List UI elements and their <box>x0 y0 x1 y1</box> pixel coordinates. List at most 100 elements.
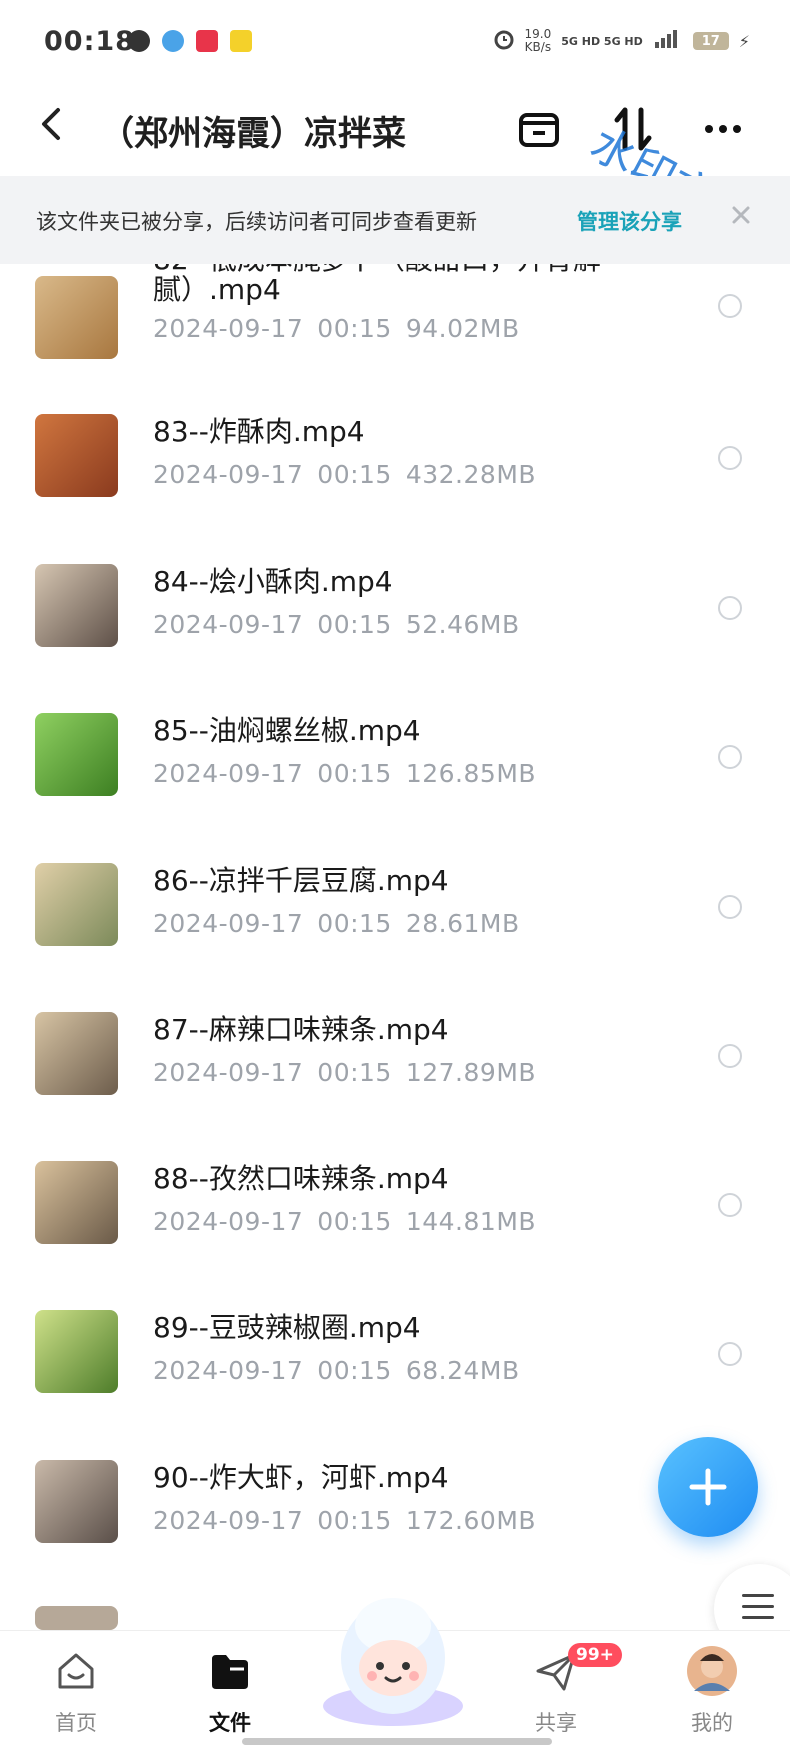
video-thumbnail <box>35 713 118 796</box>
box-icon <box>519 113 559 147</box>
file-size: 127.89MB <box>405 1058 537 1087</box>
file-name: 86--凉拌千层豆腐.mp4 <box>153 864 449 897</box>
nav-share[interactable]: 99+ 共享 <box>496 1643 622 1737</box>
file-time: 00:15 <box>317 1356 392 1385</box>
file-name-line2: 腻）.mp4 <box>153 273 281 306</box>
video-thumbnail <box>35 564 118 647</box>
file-date: 2024-09-17 <box>153 314 304 343</box>
select-radio[interactable] <box>718 1193 742 1217</box>
file-size: 28.61MB <box>405 909 520 938</box>
video-thumbnail <box>35 863 118 946</box>
select-radio[interactable] <box>718 1044 742 1068</box>
notification-icons <box>128 30 252 52</box>
status-right: 19.0 KB/s 5G HD 5G HD 17 ⚡ <box>493 28 750 54</box>
menu-icon <box>742 1594 774 1627</box>
list-item[interactable]: 84--烩小酥肉.mp4 2024-09-17 00:15 52.46MB <box>0 560 790 710</box>
avatar <box>652 1643 772 1699</box>
batch-select-button[interactable] <box>512 102 566 156</box>
nav-share-label: 共享 <box>535 1711 577 1735</box>
add-button[interactable] <box>658 1437 758 1537</box>
file-list: 82--低成本腌萝卜（酸甜口，开胃解 腻）.mp4 2024-09-1700:1… <box>0 264 790 1630</box>
file-date: 2024-09-17 <box>153 610 304 639</box>
file-time: 00:15 <box>317 759 392 788</box>
select-radio[interactable] <box>718 596 742 620</box>
file-size: 172.60MB <box>405 1506 537 1535</box>
nav-home[interactable]: 首页 <box>16 1643 136 1737</box>
video-thumbnail <box>35 1310 118 1393</box>
file-date: 2024-09-17 <box>153 1506 304 1535</box>
ai-assistant-mascot-button[interactable] <box>318 1588 468 1728</box>
select-radio[interactable] <box>718 1342 742 1366</box>
file-date: 2024-09-17 <box>153 460 304 489</box>
more-button[interactable] <box>696 102 750 156</box>
select-radio[interactable] <box>718 895 742 919</box>
file-size: 52.46MB <box>405 610 520 639</box>
nav-mine-label: 我的 <box>691 1711 733 1735</box>
file-time: 00:15 <box>317 1058 392 1087</box>
file-name: 88--孜然口味辣条.mp4 <box>153 1162 449 1195</box>
file-time: 00:15 <box>317 1506 392 1535</box>
file-meta: 2024-09-17 00:15 68.24MB <box>153 1356 534 1385</box>
file-name: 87--麻辣口味辣条.mp4 <box>153 1013 449 1046</box>
share-badge: 99+ <box>568 1643 622 1667</box>
file-time: 00:15 <box>317 610 392 639</box>
select-radio[interactable] <box>718 294 742 318</box>
file-time: 00:15 <box>317 909 392 938</box>
file-meta: 2024-09-17 00:15 52.46MB <box>153 610 534 639</box>
folder-icon <box>170 1643 290 1699</box>
home-indicator[interactable] <box>242 1738 552 1745</box>
page-title: （郑州海霞）凉拌菜 <box>100 114 406 154</box>
file-date: 2024-09-17 <box>153 1207 304 1236</box>
nav-home-label: 首页 <box>55 1711 97 1735</box>
file-meta: 2024-09-17 00:15 432.28MB <box>153 460 550 489</box>
file-name: 90--炸大虾，河虾.mp4 <box>153 1461 449 1494</box>
status-bar: 00:18 19.0 KB/s 5G HD 5G HD 17 ⚡ <box>0 0 790 86</box>
file-meta: 2024-09-17 00:15 172.60MB <box>153 1506 550 1535</box>
signal-icon <box>653 30 683 52</box>
file-name: 83--炸酥肉.mp4 <box>153 415 365 448</box>
file-name: 84--烩小酥肉.mp4 <box>153 565 393 598</box>
manage-share-link[interactable]: 管理该分享 <box>577 206 682 236</box>
list-item[interactable]: 83--炸酥肉.mp4 2024-09-17 00:15 432.28MB <box>0 410 790 560</box>
share-banner: 该文件夹已被分享，后续访问者可同步查看更新 管理该分享 <box>0 176 790 264</box>
top-app-bar: （郑州海霞）凉拌菜 水印文字 <box>0 86 790 246</box>
app-notification-icon <box>128 30 150 52</box>
yellow-app-notification-icon <box>230 30 252 52</box>
file-size: 144.81MB <box>405 1207 537 1236</box>
list-item[interactable]: 88--孜然口味辣条.mp4 2024-09-17 00:15 144.81MB <box>0 1157 790 1307</box>
file-time: 00:15 <box>317 314 392 343</box>
list-item[interactable]: 87--麻辣口味辣条.mp4 2024-09-17 00:15 127.89MB <box>0 1008 790 1158</box>
alarm-icon <box>493 28 515 54</box>
file-time: 00:15 <box>317 460 392 489</box>
file-size: 94.02MB <box>405 314 520 343</box>
chevron-left-icon <box>42 108 60 140</box>
nav-files[interactable]: 文件 <box>170 1643 290 1737</box>
video-thumbnail <box>35 276 118 359</box>
file-date: 2024-09-17 <box>153 909 304 938</box>
list-item[interactable]: 86--凉拌千层豆腐.mp4 2024-09-17 00:15 28.61MB <box>0 859 790 1009</box>
nav-mine[interactable]: 我的 <box>652 1643 772 1737</box>
list-item[interactable]: 89--豆豉辣椒圈.mp4 2024-09-17 00:15 68.24MB <box>0 1306 790 1456</box>
file-name: 85--油焖螺丝椒.mp4 <box>153 714 421 747</box>
cloud-notification-icon <box>162 30 184 52</box>
select-radio[interactable] <box>718 745 742 769</box>
file-meta: 2024-09-17 00:15 144.81MB <box>153 1207 550 1236</box>
back-button[interactable] <box>36 104 66 154</box>
file-meta: 2024-09-17 00:15 28.61MB <box>153 909 534 938</box>
list-item[interactable]: 85--油焖螺丝椒.mp4 2024-09-17 00:15 126.85MB <box>0 709 790 859</box>
plus-icon <box>689 1468 727 1506</box>
status-time: 00:18 <box>44 26 135 57</box>
video-thumbnail <box>35 1606 118 1630</box>
file-time: 00:15 <box>317 1207 392 1236</box>
file-meta: 2024-09-17 00:15 94.02MB <box>153 314 534 343</box>
video-thumbnail <box>35 414 118 497</box>
video-thumbnail <box>35 1460 118 1543</box>
file-meta: 2024-09-17 00:15 126.85MB <box>153 759 550 788</box>
file-meta: 2024-09-17 00:15 127.89MB <box>153 1058 550 1087</box>
video-thumbnail <box>35 1012 118 1095</box>
select-radio[interactable] <box>718 446 742 470</box>
charging-icon: ⚡ <box>738 31 750 51</box>
list-item[interactable]: 82--低成本腌萝卜（酸甜口，开胃解 腻）.mp4 2024-09-1700:1… <box>0 264 790 410</box>
more-dots-icon <box>705 125 741 133</box>
close-banner-button[interactable] <box>730 200 752 233</box>
